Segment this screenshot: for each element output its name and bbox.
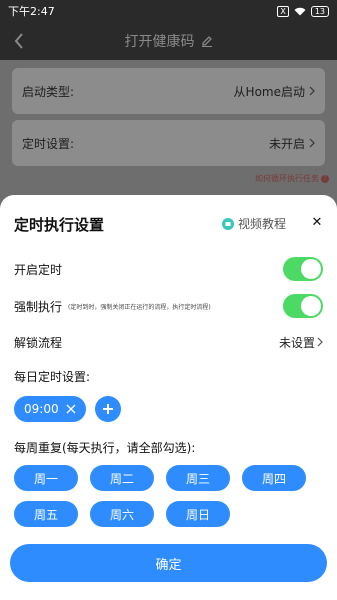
day-monday[interactable]: 周一	[14, 465, 78, 491]
status-time: 下午2:47	[8, 5, 55, 18]
launch-type-row[interactable]: 启动类型: 从Home启动	[12, 68, 325, 114]
app-header: 打开健康码	[0, 22, 337, 60]
day-tuesday[interactable]: 周二	[90, 465, 154, 491]
time-chip-value: 09:00	[24, 402, 59, 416]
timer-label: 定时设置:	[22, 136, 75, 151]
chevron-right-icon	[309, 138, 315, 148]
add-time-button[interactable]	[95, 396, 121, 422]
chevron-left-icon	[14, 33, 23, 49]
edit-title-button[interactable]	[201, 35, 213, 47]
confirm-button[interactable]: 确定	[10, 544, 327, 582]
timer-settings-sheet: 定时执行设置 视频教程 ✕ 开启定时 强制执行 (定时到时，强制关闭正在运行的流…	[0, 195, 337, 600]
enable-timer-row: 开启定时	[14, 257, 323, 281]
back-button[interactable]	[8, 30, 30, 52]
force-exec-row: 强制执行 (定时到时，强制关闭正在运行的流程，执行定时流程)	[14, 294, 323, 318]
launch-type-label: 启动类型:	[22, 84, 75, 99]
sheet-title: 定时执行设置	[14, 216, 105, 234]
battery-icon: 13	[310, 5, 329, 17]
enable-timer-toggle[interactable]	[283, 257, 323, 281]
enable-timer-label: 开启定时	[14, 262, 63, 277]
day-friday[interactable]: 周五	[14, 501, 78, 527]
day-saturday[interactable]: 周六	[90, 501, 154, 527]
unlock-flow-row[interactable]: 解锁流程 未设置	[14, 332, 323, 352]
day-wednesday[interactable]: 周三	[166, 465, 230, 491]
close-icon	[66, 404, 76, 414]
timer-value: 未开启	[268, 136, 305, 151]
force-exec-label: 强制执行	[14, 299, 63, 314]
toggle-knob	[301, 259, 321, 279]
plus-icon	[103, 404, 113, 414]
unlock-value: 未设置	[278, 335, 315, 350]
day-sunday[interactable]: 周日	[166, 501, 230, 527]
remove-time-button[interactable]	[66, 404, 76, 414]
video-tutorial-link[interactable]: 视频教程	[222, 215, 286, 232]
force-exec-note: (定时到时，强制关闭正在运行的流程，执行定时流程)	[68, 303, 211, 311]
unlock-label: 解锁流程	[14, 335, 63, 350]
timer-settings-row[interactable]: 定时设置: 未开启	[12, 120, 325, 166]
page-title: 打开健康码	[124, 34, 195, 50]
day-thursday[interactable]: 周四	[242, 465, 306, 491]
toggle-knob	[301, 296, 321, 316]
close-icon: ✕	[311, 214, 323, 230]
loop-help-text: 如何循环执行任务	[255, 174, 319, 183]
status-icons: X 13	[277, 5, 329, 17]
sim-icon: X	[277, 5, 289, 17]
force-exec-toggle[interactable]	[283, 294, 323, 318]
video-tutorial-label: 视频教程	[238, 217, 287, 231]
weekly-repeat-heading: 每周重复(每天执行，请全部勾选):	[14, 438, 323, 456]
close-button[interactable]: ✕	[309, 214, 325, 230]
chevron-right-icon	[317, 337, 323, 347]
question-icon: ?	[321, 174, 329, 183]
time-chip[interactable]: 09:00	[14, 396, 86, 422]
daily-timer-heading: 每日定时设置:	[14, 367, 323, 385]
pencil-icon	[201, 36, 212, 47]
status-bar: 下午2:47 X 13	[0, 0, 337, 22]
wifi-icon	[294, 7, 306, 15]
daily-label: 每日定时设置:	[14, 369, 91, 384]
video-icon	[222, 217, 234, 230]
chevron-right-icon	[309, 86, 315, 96]
weekly-label: 每周重复(每天执行，请全部勾选):	[14, 440, 196, 455]
loop-help-link[interactable]: 如何循环执行任务 ?	[255, 173, 329, 184]
launch-type-value: 从Home启动	[233, 84, 305, 99]
